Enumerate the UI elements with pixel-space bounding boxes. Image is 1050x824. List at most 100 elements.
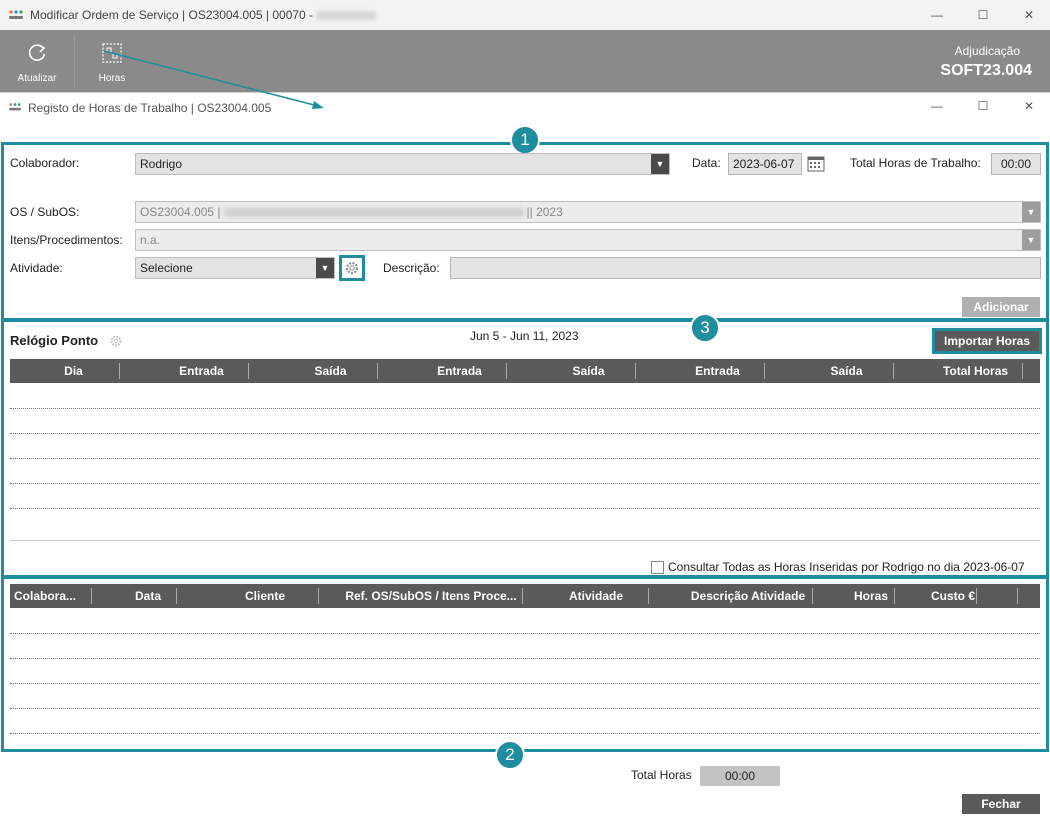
table-row bbox=[10, 633, 1040, 634]
fechar-button[interactable]: Fechar bbox=[962, 794, 1040, 814]
window-title: Modificar Ordem de Serviço | OS23004.005… bbox=[30, 8, 377, 22]
col-label: Entrada bbox=[437, 364, 482, 378]
atividade-label: Atividade: bbox=[10, 261, 63, 275]
adjudicacao-code: SOFT23.004 bbox=[940, 62, 1032, 79]
descricao-input[interactable] bbox=[450, 257, 1041, 279]
close-icon: ✕ bbox=[1023, 8, 1035, 22]
import-hours-button[interactable]: Importar Horas bbox=[935, 331, 1039, 351]
clock-col-saida-1[interactable]: Saída bbox=[266, 359, 395, 383]
col-label: Entrada bbox=[179, 364, 224, 378]
col-label: Descrição Atividade bbox=[690, 589, 806, 603]
colaborador-value: Rodrigo bbox=[140, 157, 183, 171]
clock-col-dia[interactable]: Dia bbox=[10, 359, 137, 383]
col-label: Dia bbox=[64, 364, 83, 378]
itens-value: n.a. bbox=[140, 233, 161, 247]
hours-col-data[interactable]: Data bbox=[102, 584, 194, 608]
hours-col-custo[interactable]: Custo € bbox=[912, 584, 994, 608]
hours-label: Horas bbox=[98, 73, 126, 84]
hours-col-cliente[interactable]: Cliente bbox=[194, 584, 336, 608]
clock-col-entrada-3[interactable]: Entrada bbox=[653, 359, 782, 383]
chevron-down-icon: ▼ bbox=[651, 154, 669, 174]
calendar-icon[interactable] bbox=[807, 154, 825, 172]
colaborador-label: Colaborador: bbox=[10, 156, 80, 170]
table-row bbox=[10, 508, 1040, 509]
col-label: Total Horas bbox=[942, 364, 1009, 378]
colaborador-select[interactable]: Rodrigo ▼ bbox=[135, 153, 670, 175]
redacted-text bbox=[316, 11, 377, 21]
consult-all-label: Consultar Todas as Horas Inseridas por R… bbox=[668, 560, 1025, 574]
hours-grid-header: Colabora... Data Cliente Ref. OS/SubOS /… bbox=[10, 584, 1040, 608]
table-row bbox=[10, 733, 1040, 734]
chevron-down-icon: ▼ bbox=[1022, 202, 1040, 222]
toolbar: Atualizar Horas Adjudicação SOFT23.004 bbox=[0, 30, 1050, 92]
clock-col-entrada-1[interactable]: Entrada bbox=[137, 359, 266, 383]
data-input[interactable]: 2023-06-07 bbox=[728, 153, 802, 175]
clock-col-entrada-2[interactable]: Entrada bbox=[395, 359, 524, 383]
chevron-down-icon: ▼ bbox=[1022, 230, 1040, 250]
col-label: Saída bbox=[830, 364, 863, 378]
close-button[interactable]: ✕ bbox=[1006, 0, 1050, 30]
maximize-button[interactable]: ☐ bbox=[960, 0, 1006, 30]
redacted-text bbox=[223, 208, 524, 218]
os-value-end: || 2023 bbox=[526, 205, 563, 219]
col-label: Custo € bbox=[930, 589, 975, 603]
atividade-value: Selecione bbox=[140, 261, 193, 275]
app-root: Modificar Ordem de Serviço | OS23004.005… bbox=[0, 0, 1050, 824]
app-logo-icon bbox=[9, 10, 23, 19]
maximize-icon: ☐ bbox=[977, 8, 989, 22]
refresh-icon bbox=[28, 44, 46, 61]
col-label: Colabora... bbox=[14, 589, 77, 603]
hours-col-colaborador[interactable]: Colabora... bbox=[10, 584, 102, 608]
consult-all-checkbox[interactable] bbox=[651, 561, 664, 574]
dialog-minimize-button[interactable]: — bbox=[914, 92, 960, 120]
itens-select[interactable]: n.a. ▼ bbox=[135, 229, 1041, 251]
clock-col-saida-2[interactable]: Saída bbox=[524, 359, 653, 383]
window-titlebar: Modificar Ordem de Serviço | OS23004.005… bbox=[0, 0, 1050, 30]
clock-settings-icon[interactable] bbox=[109, 334, 123, 348]
col-label: Cliente bbox=[244, 589, 285, 603]
adicionar-button[interactable]: Adicionar bbox=[962, 297, 1040, 317]
total-horas-value: 00:00 bbox=[991, 153, 1041, 175]
grid-bottom-border bbox=[10, 540, 1040, 541]
badge-one: 1 bbox=[510, 125, 540, 155]
badge-three: 3 bbox=[690, 313, 720, 343]
toolbar-separator bbox=[74, 34, 75, 88]
maximize-icon: ☐ bbox=[977, 99, 989, 113]
data-label: Data: bbox=[692, 156, 721, 170]
atividade-settings-button[interactable] bbox=[339, 255, 365, 281]
table-row bbox=[10, 708, 1040, 709]
col-label: Entrada bbox=[695, 364, 740, 378]
hours-col-ref[interactable]: Ref. OS/SubOS / Itens Proce... bbox=[336, 584, 526, 608]
dialog-titlebar: Registo de Horas de Trabalho | OS23004.0… bbox=[0, 92, 1050, 120]
hours-col-horas[interactable]: Horas bbox=[830, 584, 912, 608]
col-label: Saída bbox=[572, 364, 605, 378]
refresh-label: Atualizar bbox=[17, 73, 57, 84]
clock-title: Relógio Ponto bbox=[10, 333, 99, 348]
os-label: OS / SubOS: bbox=[10, 205, 80, 219]
minimize-icon: — bbox=[931, 99, 943, 113]
clock-grid-header: Dia Entrada Saída Entrada Saída Entrada … bbox=[10, 359, 1040, 383]
import-hours-frame: Importar Horas bbox=[932, 328, 1042, 354]
minimize-button[interactable]: — bbox=[914, 0, 960, 30]
adjudicacao-label: Adjudicação bbox=[954, 44, 1020, 58]
table-row bbox=[10, 658, 1040, 659]
table-row bbox=[10, 433, 1040, 434]
os-select[interactable]: OS23004.005 | || 2023 ▼ bbox=[135, 201, 1041, 223]
table-row bbox=[10, 458, 1040, 459]
hours-button[interactable]: Horas bbox=[90, 30, 134, 92]
table-row bbox=[10, 483, 1040, 484]
col-label: Horas bbox=[853, 589, 888, 603]
hours-col-extra bbox=[994, 584, 1040, 608]
hours-col-descricao[interactable]: Descrição Atividade bbox=[666, 584, 830, 608]
refresh-button[interactable]: Atualizar bbox=[14, 30, 60, 92]
col-label: Data bbox=[134, 589, 161, 603]
clock-col-total-horas[interactable]: Total Horas bbox=[911, 359, 1040, 383]
dialog-close-button[interactable]: ✕ bbox=[1006, 92, 1050, 120]
atividade-select[interactable]: Selecione ▼ bbox=[135, 257, 335, 279]
clock-col-saida-3[interactable]: Saída bbox=[782, 359, 911, 383]
dialog-maximize-button[interactable]: ☐ bbox=[960, 92, 1006, 120]
col-label: Ref. OS/SubOS / Itens Proce... bbox=[345, 589, 517, 603]
chevron-down-icon: ▼ bbox=[316, 258, 334, 278]
footer-total-value: 00:00 bbox=[700, 766, 780, 786]
hours-col-atividade[interactable]: Atividade bbox=[526, 584, 666, 608]
